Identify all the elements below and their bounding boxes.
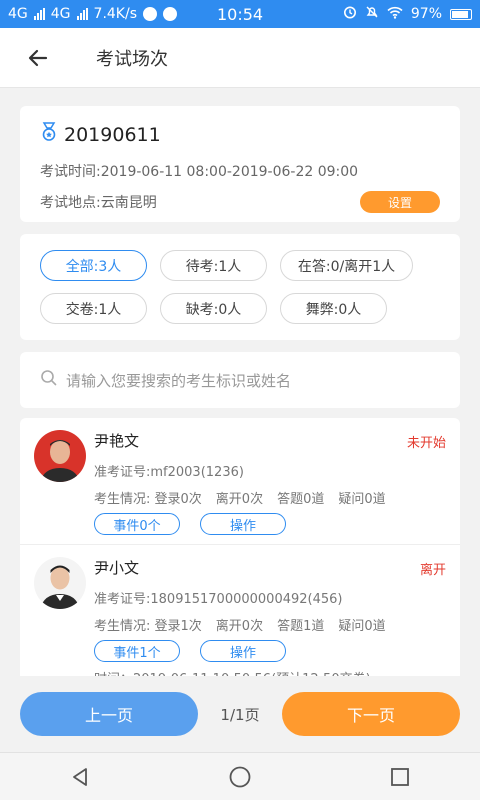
prev-page-button[interactable]: 上一页 — [20, 692, 198, 736]
network-type-1: 4G — [8, 6, 28, 22]
stat-answered: 答题0道 — [277, 492, 325, 507]
exam-location: 考试地点:云南昆明 — [40, 195, 157, 211]
student-name: 尹艳文 — [94, 432, 140, 450]
filter-answering[interactable]: 在答:0/离开1人 — [280, 250, 413, 281]
signal-icon — [33, 8, 45, 20]
circle-home-icon — [229, 766, 251, 787]
settings-button[interactable]: 设置 — [360, 191, 440, 213]
operate-button[interactable]: 操作 — [200, 640, 286, 662]
system-nav-bar — [0, 752, 480, 800]
mute-icon — [365, 5, 379, 23]
stat-leave: 离开0次 — [215, 619, 264, 634]
exam-id: 20190611 — [64, 123, 161, 146]
list-item[interactable]: 尹小文 离开 准考证号:1809151700000000492(456) 考生情… — [20, 544, 460, 676]
operate-button[interactable]: 操作 — [200, 513, 286, 535]
battery-icon — [450, 8, 473, 20]
nav-back-button[interactable] — [56, 757, 104, 797]
exam-time-info: 时间：2019-06-11 10:50:56(预计12:50交卷) — [94, 668, 446, 676]
filter-absent[interactable]: 缺考:0人 — [160, 293, 267, 324]
filter-cheating[interactable]: 舞弊:0人 — [280, 293, 387, 324]
avatar — [34, 557, 86, 609]
search-icon — [40, 369, 58, 391]
back-button[interactable] — [18, 38, 58, 78]
student-stats: 考生情况: 登录1次 离开0次 答题1道 疑问0道 — [94, 615, 446, 634]
status-badge: 未开始 — [406, 436, 446, 451]
exam-info-card: 20190611 考试时间:2019-06-11 08:00-2019-06-2… — [20, 106, 460, 222]
square-recents-icon — [391, 767, 409, 786]
filter-submitted[interactable]: 交卷:1人 — [40, 293, 147, 324]
ticket-number: 准考证号:1809151700000000492(456) — [94, 592, 343, 607]
next-page-button[interactable]: 下一页 — [282, 692, 460, 736]
filter-all[interactable]: 全部:3人 — [40, 250, 147, 281]
battery-level: 97% — [410, 6, 443, 22]
stat-login: 考生情况: 登录0次 — [94, 492, 202, 507]
stat-questions: 疑问0道 — [338, 619, 386, 634]
stat-answered: 答题1道 — [277, 619, 325, 634]
stat-leave: 离开0次 — [215, 492, 264, 507]
filter-waiting[interactable]: 待考:1人 — [160, 250, 267, 281]
wifi-icon — [387, 6, 403, 23]
triangle-back-icon — [73, 767, 87, 786]
events-button[interactable]: 事件1个 — [94, 640, 180, 662]
clock: 10:54 — [216, 4, 264, 24]
app-header: 考试场次 — [0, 28, 480, 88]
list-item[interactable]: 尹艳文 未开始 准考证号:mf2003(1236) 考生情况: 登录0次 离开0… — [20, 418, 460, 544]
arrow-left-icon — [28, 49, 48, 66]
app-notification-icon — [143, 7, 157, 21]
stat-questions: 疑问0道 — [338, 492, 386, 507]
status-badge: 离开 — [419, 563, 446, 578]
stat-login: 考生情况: 登录1次 — [94, 619, 202, 634]
app-notification-icon-2 — [163, 7, 177, 21]
medal-icon — [40, 122, 58, 147]
page-title: 考试场次 — [96, 48, 168, 70]
search-input[interactable]: 请输入您要搜索的考生标识或姓名 — [20, 352, 460, 408]
student-name: 尹小文 — [94, 559, 140, 577]
avatar — [34, 430, 86, 482]
filter-panel: 全部:3人 待考:1人 在答:0/离开1人 交卷:1人 缺考:0人 舞弊:0人 — [20, 234, 460, 340]
alarm-icon — [343, 5, 357, 23]
ticket-number: 准考证号:mf2003(1236) — [94, 465, 244, 480]
nav-recents-button[interactable] — [376, 757, 424, 797]
exam-time: 考试时间:2019-06-11 08:00-2019-06-22 09:00 — [40, 164, 359, 180]
status-bar: 4G 4G 7.4K/s 10:54 97% — [0, 0, 480, 28]
search-placeholder: 请输入您要搜索的考生标识或姓名 — [66, 371, 292, 390]
signal-icon-2 — [76, 8, 88, 20]
events-button[interactable]: 事件0个 — [94, 513, 180, 535]
pager: 上一页 1/1页 下一页 — [0, 676, 480, 752]
page-indicator: 1/1页 — [220, 705, 260, 724]
nav-home-button[interactable] — [216, 757, 264, 797]
student-list: 尹艳文 未开始 准考证号:mf2003(1236) 考生情况: 登录0次 离开0… — [20, 418, 460, 676]
network-type-2: 4G — [50, 6, 71, 22]
network-speed: 7.4K/s — [93, 6, 137, 22]
student-stats: 考生情况: 登录0次 离开0次 答题0道 疑问0道 — [94, 488, 446, 507]
